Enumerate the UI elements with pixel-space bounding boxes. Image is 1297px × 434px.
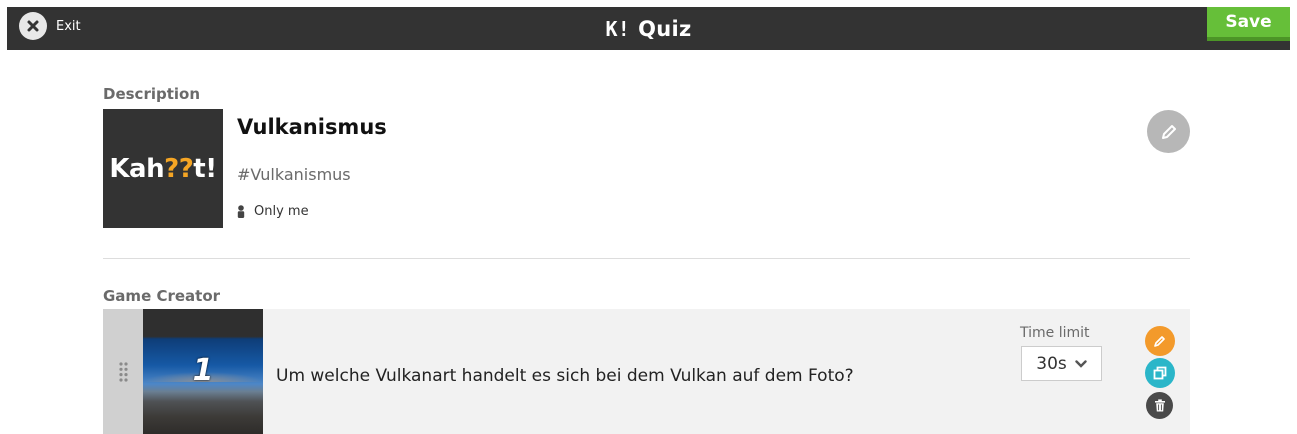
time-limit-select[interactable]: 30s [1021,346,1102,381]
page-title: Quiz [638,16,692,41]
duplicate-icon [1153,366,1167,380]
duplicate-question-button[interactable] [1145,358,1175,388]
brand: K! Quiz [7,7,1290,50]
quiz-title: Vulkanismus [237,115,387,139]
game-creator-label: Game Creator [103,287,221,305]
time-limit-label: Time limit [1020,325,1090,341]
exit-button[interactable]: Exit [19,12,81,40]
question-text[interactable]: Um welche Vulkanart handelt es sich bei … [276,366,854,386]
question-card[interactable]: 1 Um welche Vulkanart handelt es sich be… [103,309,1190,434]
pencil-icon [1161,124,1176,139]
question-thumbnail[interactable]: 1 [143,309,263,434]
quiz-tag: #Vulkanismus [237,165,351,184]
edit-description-button[interactable] [1147,110,1190,153]
question-number: 1 [192,353,214,388]
visibility-label: Only me [254,204,309,219]
visibility-info: Only me [237,204,309,219]
cover-image[interactable]: Kah??t! [103,109,223,228]
close-icon[interactable] [19,12,47,40]
chevron-down-icon [1075,359,1087,368]
delete-question-button[interactable] [1146,392,1173,419]
exit-label: Exit [56,18,81,34]
divider [103,258,1190,259]
top-bar: Exit K! Quiz Save [7,7,1290,50]
description-label: Description [103,85,201,103]
time-limit-value: 30s [1036,353,1067,374]
pencil-icon [1154,336,1165,347]
kahoot-logo: K! [605,16,631,41]
person-icon [237,205,245,218]
trash-icon [1154,399,1165,412]
save-button[interactable]: Save [1207,7,1290,41]
drag-handle-icon[interactable] [103,309,143,434]
edit-question-button[interactable] [1145,326,1175,356]
cover-logo: Kah??t! [109,153,217,184]
